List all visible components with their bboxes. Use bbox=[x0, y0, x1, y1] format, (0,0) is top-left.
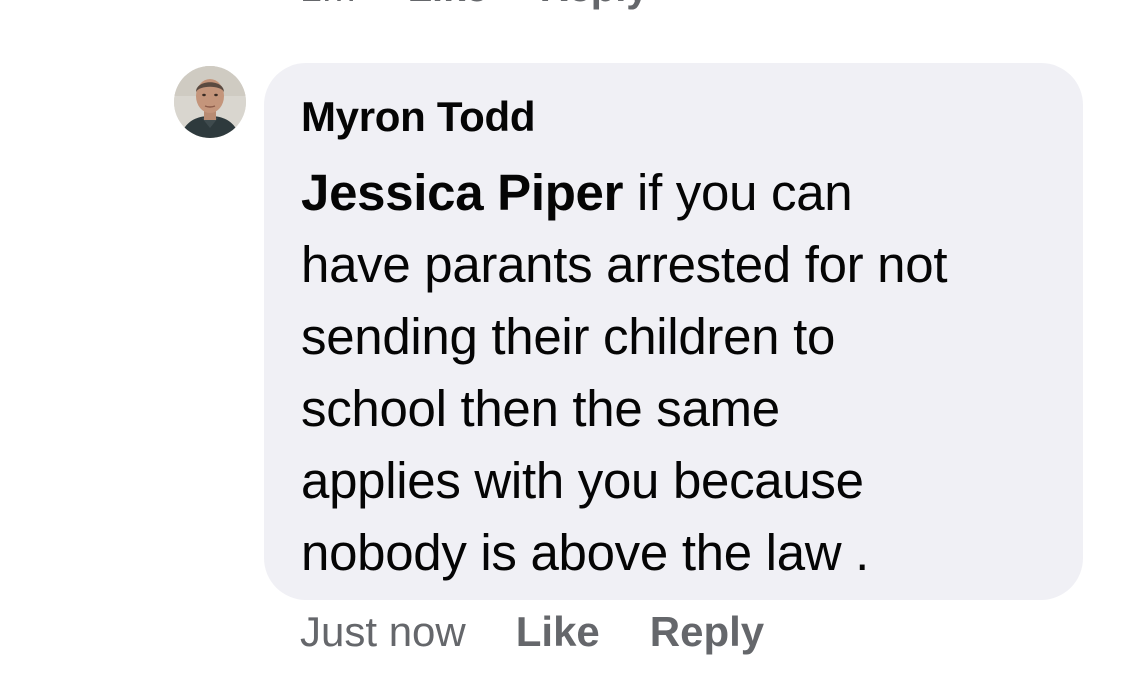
comment-line: applies with you because bbox=[301, 452, 864, 509]
comment-text-segment: if you can bbox=[623, 164, 853, 221]
previous-comment-actions: 1m Like Reply bbox=[300, 0, 649, 11]
avatar[interactable] bbox=[174, 66, 246, 138]
profile-photo-icon bbox=[174, 66, 246, 138]
comment-line: Jessica Piper if you can bbox=[301, 157, 1071, 229]
mention-tag[interactable]: Jessica Piper bbox=[301, 164, 623, 221]
comment-line: sending their children to bbox=[301, 308, 836, 365]
comment-body: Jessica Piper if you can have parants ar… bbox=[301, 157, 1071, 589]
comment-line: school then the same bbox=[301, 380, 780, 437]
previous-reply-button[interactable]: Reply bbox=[540, 0, 649, 11]
like-button[interactable]: Like bbox=[516, 608, 600, 656]
comment-thread: 1m Like Reply Myron Todd Jessica Piper i… bbox=[0, 0, 1125, 683]
previous-comment-timestamp: 1m bbox=[300, 0, 356, 11]
comment-bubble[interactable]: Myron Todd Jessica Piper if you can have… bbox=[264, 63, 1083, 600]
comment-timestamp: Just now bbox=[300, 608, 466, 655]
comment-actions: Just now Like Reply bbox=[300, 608, 764, 656]
comment-line: have parants arrested for not bbox=[301, 236, 948, 293]
reply-button[interactable]: Reply bbox=[650, 608, 764, 656]
comment-line: nobody is above the law . bbox=[301, 524, 870, 581]
previous-like-button[interactable]: Like bbox=[408, 0, 488, 11]
comment-author-name[interactable]: Myron Todd bbox=[301, 93, 535, 141]
